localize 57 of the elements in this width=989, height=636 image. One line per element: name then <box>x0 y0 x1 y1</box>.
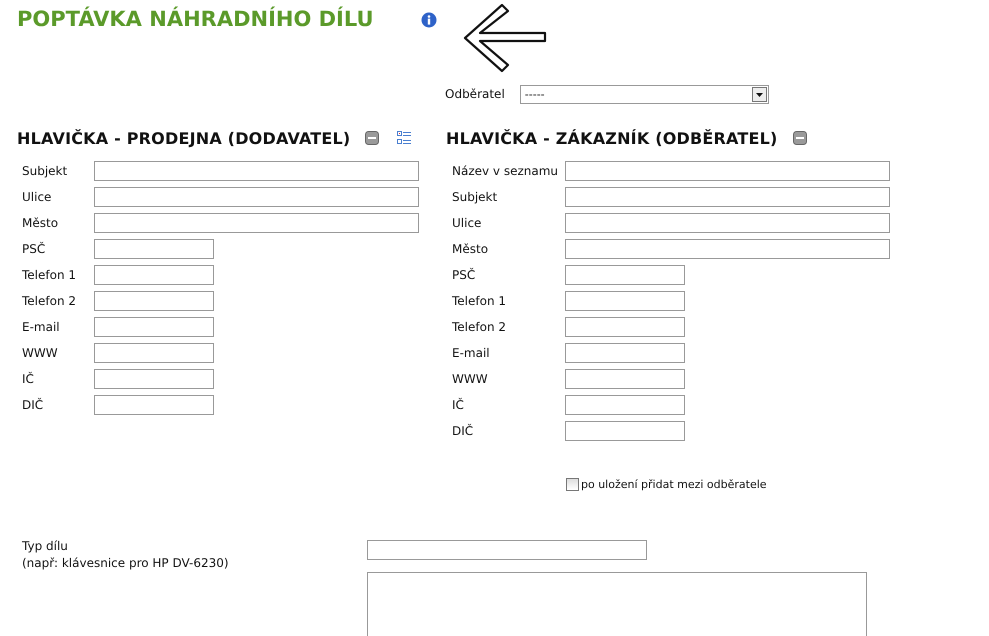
checkbox[interactable] <box>566 478 579 491</box>
info-icon[interactable] <box>420 12 437 28</box>
input-field[interactable] <box>565 161 890 181</box>
page-title: POPTÁVKA NÁHRADNÍHO DÍLU <box>17 7 374 31</box>
field-label: E-mail <box>22 320 61 334</box>
collapse-icon[interactable] <box>365 131 380 145</box>
input-field[interactable] <box>94 395 214 415</box>
input-field[interactable] <box>565 291 685 311</box>
field-label: Telefon 1 <box>22 268 78 282</box>
part-type-label: Typ dílu <box>22 538 69 555</box>
field-label: Ulice <box>22 190 52 204</box>
input-field[interactable] <box>94 369 214 389</box>
input-field[interactable] <box>94 291 214 311</box>
field-label: PSČ <box>452 268 476 282</box>
description-field[interactable] <box>367 572 867 636</box>
input-field[interactable] <box>94 161 419 181</box>
field-label: PSČ <box>22 242 46 256</box>
field-label: E-mail <box>452 346 491 360</box>
input-field[interactable] <box>94 317 214 337</box>
field-label: Telefon 2 <box>452 320 508 334</box>
input-field[interactable] <box>94 239 214 259</box>
field-label: Název v seznamu <box>452 164 560 178</box>
field-label: Město <box>22 216 60 230</box>
field-label: IČ <box>22 372 35 386</box>
section-heading: HLAVIČKA - PRODEJNA (DODAVATEL) <box>17 128 350 148</box>
field-label: Telefon 2 <box>22 294 78 308</box>
field-label: DIČ <box>452 424 474 438</box>
input-field[interactable] <box>565 265 685 285</box>
input-field[interactable] <box>94 343 214 363</box>
customer-select[interactable]: ----- <box>520 84 769 104</box>
input-field[interactable] <box>565 421 685 441</box>
input-field[interactable] <box>565 239 890 259</box>
field-label: DIČ <box>22 398 44 412</box>
input-field[interactable] <box>565 317 685 337</box>
field-label: WWW <box>452 372 489 386</box>
input-field[interactable] <box>565 369 685 389</box>
input-field[interactable] <box>94 265 214 285</box>
field-label: Ulice <box>452 216 482 230</box>
checkbox-label: po uložení přidat mezi odběratele <box>581 478 767 491</box>
input-field[interactable] <box>565 187 890 207</box>
field-label: IČ <box>452 398 465 412</box>
field-label: Město <box>452 242 490 256</box>
customer-label: Odběratel <box>445 87 505 101</box>
input-field[interactable] <box>94 213 419 233</box>
input-field[interactable] <box>565 395 685 415</box>
field-label: Subjekt <box>22 164 68 178</box>
field-label: WWW <box>22 346 59 360</box>
collapse-icon[interactable] <box>792 131 807 145</box>
part-type-hint: (např: klávesnice pro HP DV-6230) <box>22 555 230 572</box>
input-field[interactable] <box>565 343 685 363</box>
input-field[interactable] <box>94 187 419 207</box>
field-label: Subjekt <box>452 190 498 204</box>
field-label: Telefon 1 <box>452 294 508 308</box>
section-heading: HLAVIČKA - ZÁKAZNÍK (ODBĚRATEL) <box>446 128 778 148</box>
part-type-field[interactable] <box>367 540 647 560</box>
list-icon[interactable] <box>397 131 412 145</box>
input-field[interactable] <box>565 213 890 233</box>
